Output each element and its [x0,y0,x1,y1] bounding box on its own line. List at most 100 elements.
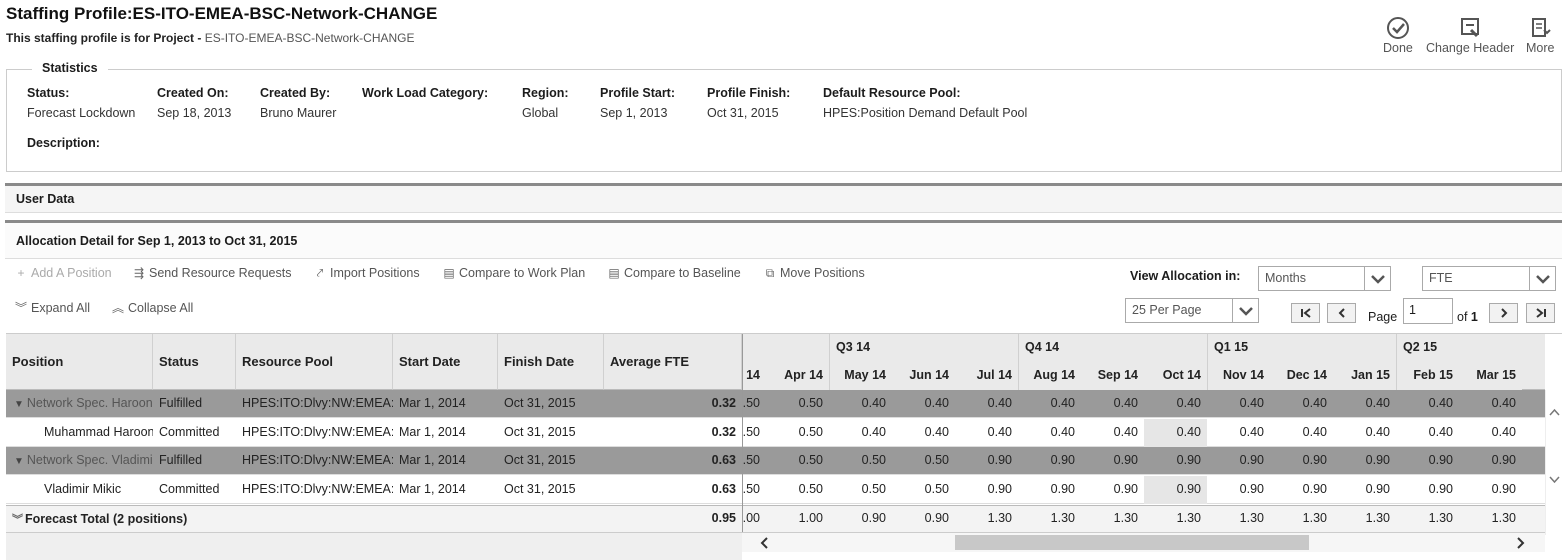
allocation-cell[interactable]: 0.40 [955,419,1018,447]
allocation-cell[interactable]: 0.90 [1459,476,1522,504]
allocation-cell[interactable]: 0.90 [1018,476,1081,504]
allocation-cell[interactable]: 0.90 [1144,476,1207,504]
allocation-cell[interactable]: 0.40 [892,390,955,418]
allocation-cell[interactable]: 0.40 [1459,419,1522,447]
first-page-button[interactable] [1291,303,1320,323]
allocation-cell[interactable]: 0.40 [1270,419,1333,447]
allocation-cell[interactable]: 0.50 [892,476,955,504]
allocation-cell[interactable]: 0.90 [1081,447,1144,475]
column-header-start-date[interactable]: Start Date [393,334,498,390]
month-header: Feb 15 [1396,362,1459,390]
allocation-cell[interactable]: 0.90 [1207,476,1270,504]
user-data-section[interactable]: User Data [5,186,1562,213]
collapse-all-button[interactable]: ︽ Collapse All [111,299,193,316]
allocation-cell[interactable]: 0.90 [1396,476,1459,504]
allocation-cell[interactable]: 0.50 [743,476,766,504]
allocation-cell[interactable]: 0.90 [955,447,1018,475]
more-button[interactable]: More [1526,16,1554,55]
compare-baseline-button[interactable]: ▤ Compare to Baseline [607,266,740,280]
allocation-cell[interactable]: 0.50 [743,419,766,447]
done-button[interactable]: Done [1383,16,1413,55]
page-number-input[interactable]: 1 [1403,298,1453,324]
allocation-cell[interactable]: 0.90 [1333,476,1396,504]
allocation-cell[interactable]: 0.40 [1081,390,1144,418]
allocation-cell[interactable]: 0.40 [1207,419,1270,447]
allocation-cell[interactable]: 0.50 [743,390,766,418]
allocation-cell[interactable]: 0.40 [892,419,955,447]
column-header-resource-pool[interactable]: Resource Pool [236,334,393,390]
expand-all-button[interactable]: ︾ Expand All [14,299,90,316]
allocation-cell[interactable]: 0.90 [955,476,1018,504]
per-page-select[interactable]: 25 Per Page [1125,298,1259,323]
compare-work-plan-button[interactable]: ▤ Compare to Work Plan [442,266,585,280]
allocation-cell[interactable]: 0.40 [955,390,1018,418]
month-header: Aug 14 [1018,362,1081,390]
allocation-cell[interactable]: 0.40 [1396,390,1459,418]
allocation-cell[interactable]: 0.90 [1270,476,1333,504]
expand-all-label: Expand All [31,301,91,315]
position-cell[interactable]: Muhammad Haroon [6,419,153,447]
collapse-chevrons-icon[interactable]: ︾ [12,514,23,526]
allocation-cell[interactable]: 0.90 [1207,447,1270,475]
move-positions-button[interactable]: ⧉ Move Positions [763,266,865,281]
change-header-button[interactable]: Change Header [1426,16,1514,55]
allocation-cell[interactable]: 0.90 [1081,476,1144,504]
total-pages: 1 [1470,310,1478,324]
allocation-cell[interactable]: 0.40 [1396,419,1459,447]
allocation-cell[interactable]: 0.50 [766,390,829,418]
allocation-cell[interactable]: 0.50 [892,447,955,475]
scroll-thumb[interactable] [955,535,1309,550]
allocation-cell[interactable]: 0.40 [1081,419,1144,447]
previous-page-button[interactable] [1327,303,1356,323]
month-header: Oct 14 [1144,362,1207,390]
allocation-cell[interactable]: 0.40 [1333,419,1396,447]
allocation-cell[interactable]: 0.40 [1018,419,1081,447]
add-position-button[interactable]: + Add A Position [14,266,111,280]
view-unit-select[interactable]: Months [1258,266,1391,291]
allocation-cell[interactable]: 0.40 [1144,419,1207,447]
allocation-cell[interactable]: 0.40 [829,419,892,447]
total-cell: 1.00 [742,511,760,525]
total-cell: 0.90 [861,511,886,525]
allocation-cell[interactable]: 0.40 [829,390,892,418]
vertical-scrollbar[interactable] [1545,390,1562,535]
change-header-label: Change Header [1426,41,1515,55]
allocation-cell[interactable]: 0.40 [1270,390,1333,418]
allocation-cell[interactable]: 0.50 [743,447,766,475]
allocation-cell[interactable]: 0.40 [1207,390,1270,418]
last-page-button[interactable] [1526,303,1555,323]
column-header-average-fte[interactable]: Average FTE [604,334,742,390]
column-header-finish-date[interactable]: Finish Date [498,334,604,390]
column-header-position[interactable]: Position [6,334,153,390]
scroll-down-icon [1549,476,1560,484]
allocation-cell[interactable]: 0.90 [1144,447,1207,475]
allocation-cell[interactable]: 0.50 [766,476,829,504]
allocation-cell[interactable]: 0.90 [1270,447,1333,475]
allocation-cell[interactable]: 0.40 [1459,390,1522,418]
month-header: Jun 14 [892,362,955,390]
allocation-cell[interactable]: 0.50 [829,447,892,475]
send-resource-requests-button[interactable]: ⇶ Send Resource Requests [132,266,291,280]
page-title: Staffing Profile:ES-ITO-EMEA-BSC-Network… [6,4,438,23]
allocation-cell[interactable]: 0.90 [1396,447,1459,475]
allocation-cell[interactable]: 0.40 [1018,390,1081,418]
allocation-cell[interactable]: 0.40 [1333,390,1396,418]
view-measure-select[interactable]: FTE [1422,266,1556,291]
allocation-cell[interactable]: 0.50 [766,447,829,475]
position-cell[interactable]: ▼ Network Spec. Haroon [6,390,153,418]
collapse-triangle-icon[interactable]: ▼ [14,399,24,410]
horizontal-scrollbar[interactable] [742,532,1545,552]
allocation-cell[interactable]: 0.50 [766,419,829,447]
position-cell[interactable]: ▼ Network Spec. Vladimir [6,447,153,475]
allocation-cell[interactable]: 0.50 [829,476,892,504]
position-cell[interactable]: Vladimir Mikic [6,476,153,504]
column-header-status[interactable]: Status [153,334,236,390]
collapse-triangle-icon[interactable]: ▼ [14,456,24,467]
send-request-icon: ⇶ [133,266,145,280]
allocation-cell[interactable]: 0.90 [1333,447,1396,475]
allocation-cell[interactable]: 0.90 [1018,447,1081,475]
next-page-button[interactable] [1489,303,1518,323]
allocation-cell[interactable]: 0.90 [1459,447,1522,475]
allocation-cell[interactable]: 0.40 [1144,390,1207,418]
import-positions-button[interactable]: ⤤ Import Positions [313,266,420,281]
